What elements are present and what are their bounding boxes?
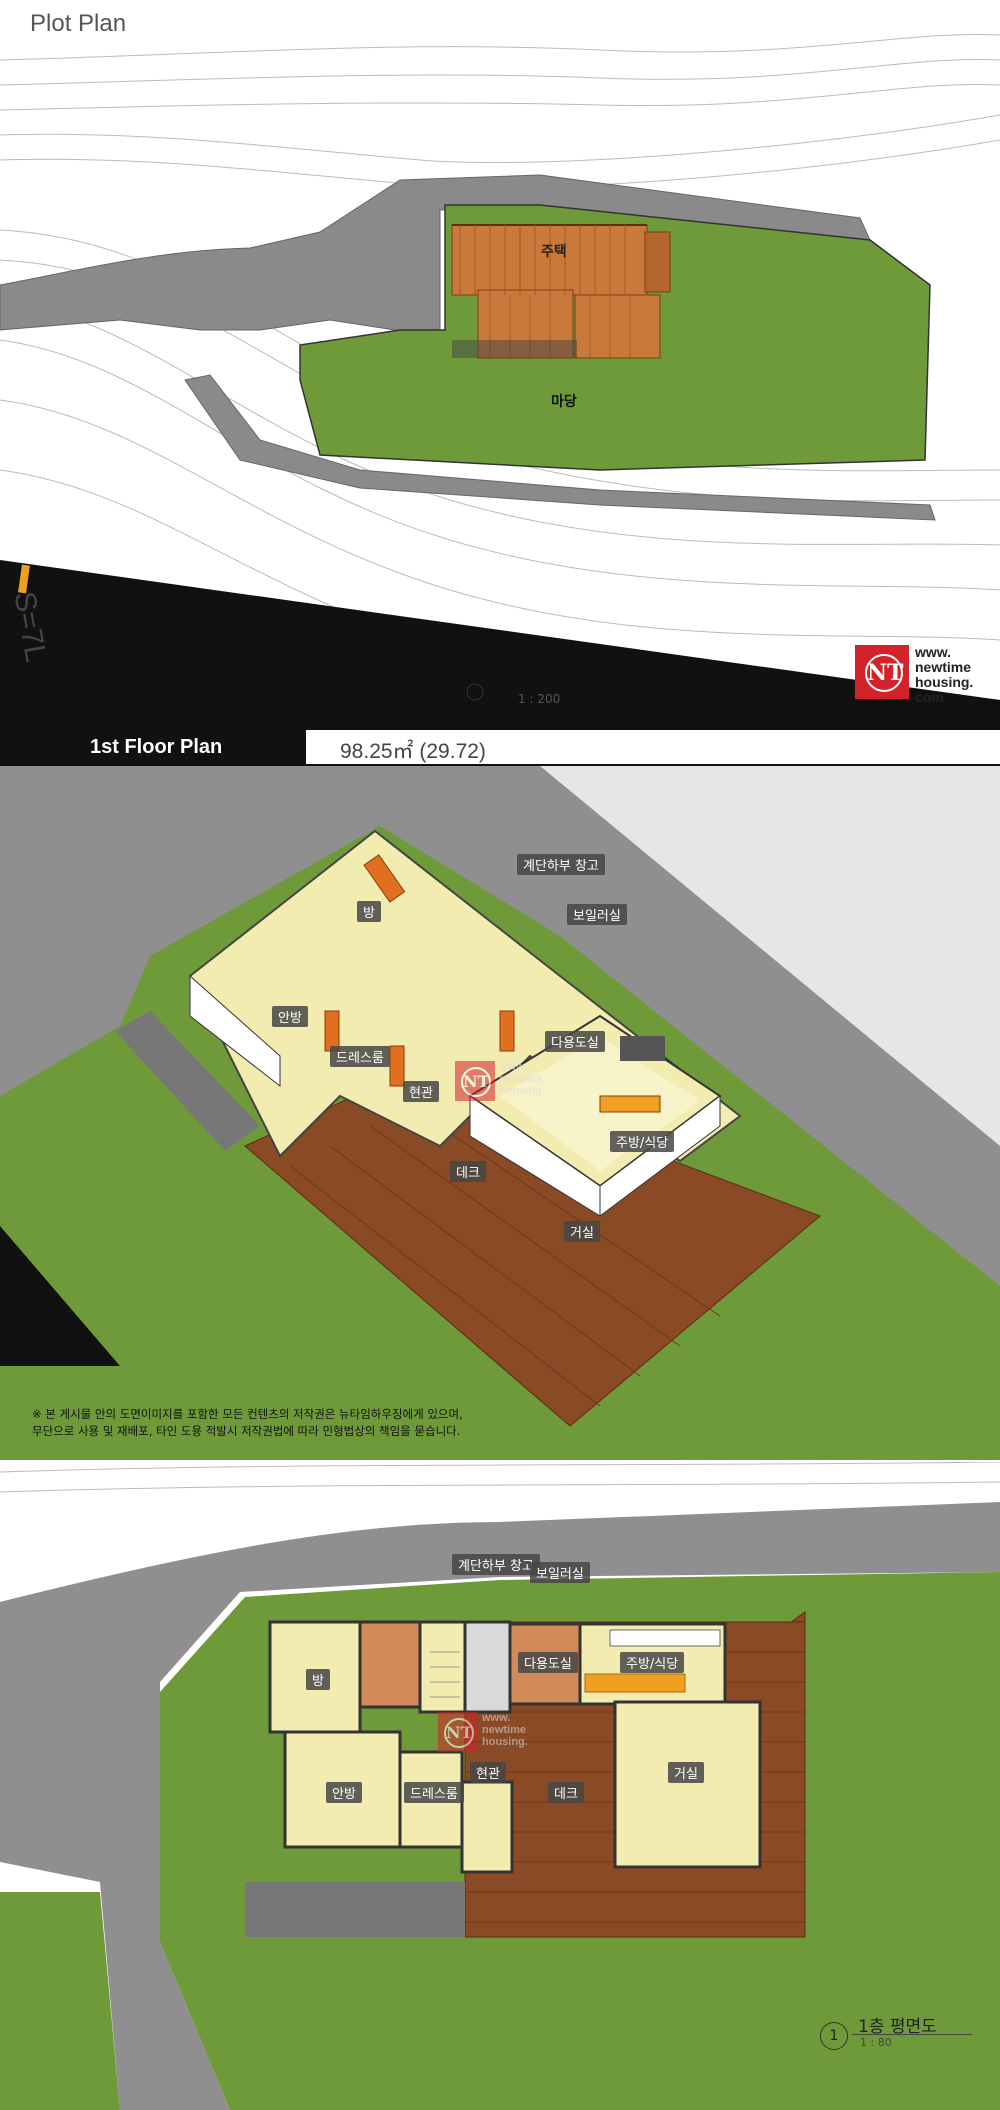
caption-scale: 1 : 80: [860, 2036, 892, 2049]
copyright-notice: ※ 본 게시물 안의 도면이미지를 포함한 모든 컨텐츠의 저작권은 뉴타임하우…: [32, 1406, 463, 1440]
iso-watermark-line-1: www.: [499, 1061, 528, 1073]
floor-area: 98.25㎡ (29.72): [340, 740, 486, 763]
iso-watermark-letters: NT: [461, 1067, 491, 1097]
logo-line-1: www.: [915, 644, 952, 660]
utility-label-iso: 다용도실: [545, 1031, 605, 1052]
plan-watermark-mark: NT: [438, 1712, 478, 1752]
entry-label-iso: 현관: [403, 1081, 439, 1102]
plan-watermark-letters: NT: [444, 1718, 474, 1748]
stair-storage-label-iso: 계단하부 창고: [517, 854, 605, 875]
isometric-plan-panel: 방 안방 드레스룸 현관 데크 거실 주방/식당 다용도실 계단하부 창고 보일…: [0, 766, 1000, 1460]
logo-mark: NT: [855, 645, 909, 699]
floor-plan-title: 1st Floor Plan: [90, 736, 223, 758]
boiler-label-iso: 보일러실: [567, 904, 627, 925]
floor-plan-header: 1st Floor Plan 98.25㎡ (29.72): [0, 730, 1000, 766]
plan-watermark-text: www. newtime housing.: [482, 1712, 528, 1748]
boiler-label-plan: 보일러실: [530, 1562, 590, 1583]
master-room-label-iso: 안방: [272, 1006, 308, 1027]
living-label-plan: 거실: [668, 1762, 704, 1783]
logo-line-2: newtime: [915, 659, 972, 675]
iso-watermark-mark: NT: [455, 1061, 495, 1101]
copyright-line-1: ※ 본 게시물 안의 도면이미지를 포함한 모든 컨텐츠의 저작권은 뉴타임하우…: [32, 1407, 463, 1421]
master-room-label-plan: 안방: [326, 1782, 362, 1803]
isometric-drawing: [0, 766, 1000, 1427]
iso-watermark-line-2: newtime: [499, 1073, 544, 1085]
plot-scale: 1 : 200: [518, 692, 561, 706]
plan-watermark-line-2: newtime: [482, 1724, 527, 1736]
kitchen-label-plan: 주방/식당: [620, 1652, 685, 1673]
iso-watermark-text: www. newtime housing.: [499, 1061, 545, 1097]
floor-plan-panel: 방 안방 드레스룸 현관 데크 거실 주방/식당 다용도실 계단하부 창고 보일…: [0, 1462, 1000, 2110]
dressroom-label-iso: 드레스룸: [330, 1046, 390, 1067]
plan-watermark-line-1: www.: [482, 1712, 511, 1724]
plot-plan-drawing: [0, 33, 1000, 730]
plan-watermark-line-3: housing.: [482, 1736, 528, 1748]
dressroom-label-plan: 드레스룸: [404, 1782, 464, 1803]
logo-line-4: com: [915, 689, 944, 705]
deck-label-plan: 데크: [548, 1782, 584, 1803]
kitchen-label-iso: 주방/식당: [610, 1131, 675, 1152]
logo-letters: NT: [865, 654, 903, 692]
iso-watermark-line-3: housing.: [499, 1085, 545, 1097]
house-label: 주택: [541, 244, 567, 260]
entry-label-plan: 현관: [470, 1762, 506, 1783]
deck-label-iso: 데크: [450, 1161, 486, 1182]
plan-paving: [245, 1882, 465, 1937]
plot-plan-panel: Plot Plan 주택 마당 S=7L 1 : 200 NT www. new…: [0, 0, 1000, 730]
living-label-iso: 거실: [564, 1221, 600, 1242]
yard-label: 마당: [551, 394, 577, 410]
room-label-iso: 방: [357, 901, 381, 922]
plot-plan-title: Plot Plan: [30, 10, 127, 37]
copyright-line-2: 무단으로 사용 및 재배포, 타인 도용 적발시 저작권법에 따라 민형법상의 …: [32, 1424, 461, 1438]
road: [0, 560, 1000, 730]
utility-label-plan: 다용도실: [518, 1652, 578, 1673]
stair-storage-label-plan: 계단하부 창고: [452, 1554, 540, 1575]
kitchen-island: [584, 1673, 686, 1693]
caption-number: 1: [820, 2022, 848, 2050]
logo-line-3: housing.: [915, 674, 974, 690]
caption-title: 1층 평면도: [858, 2017, 937, 2037]
room-label-plan: 방: [306, 1669, 330, 1690]
logo-text: www. newtime housing. com: [915, 645, 973, 705]
